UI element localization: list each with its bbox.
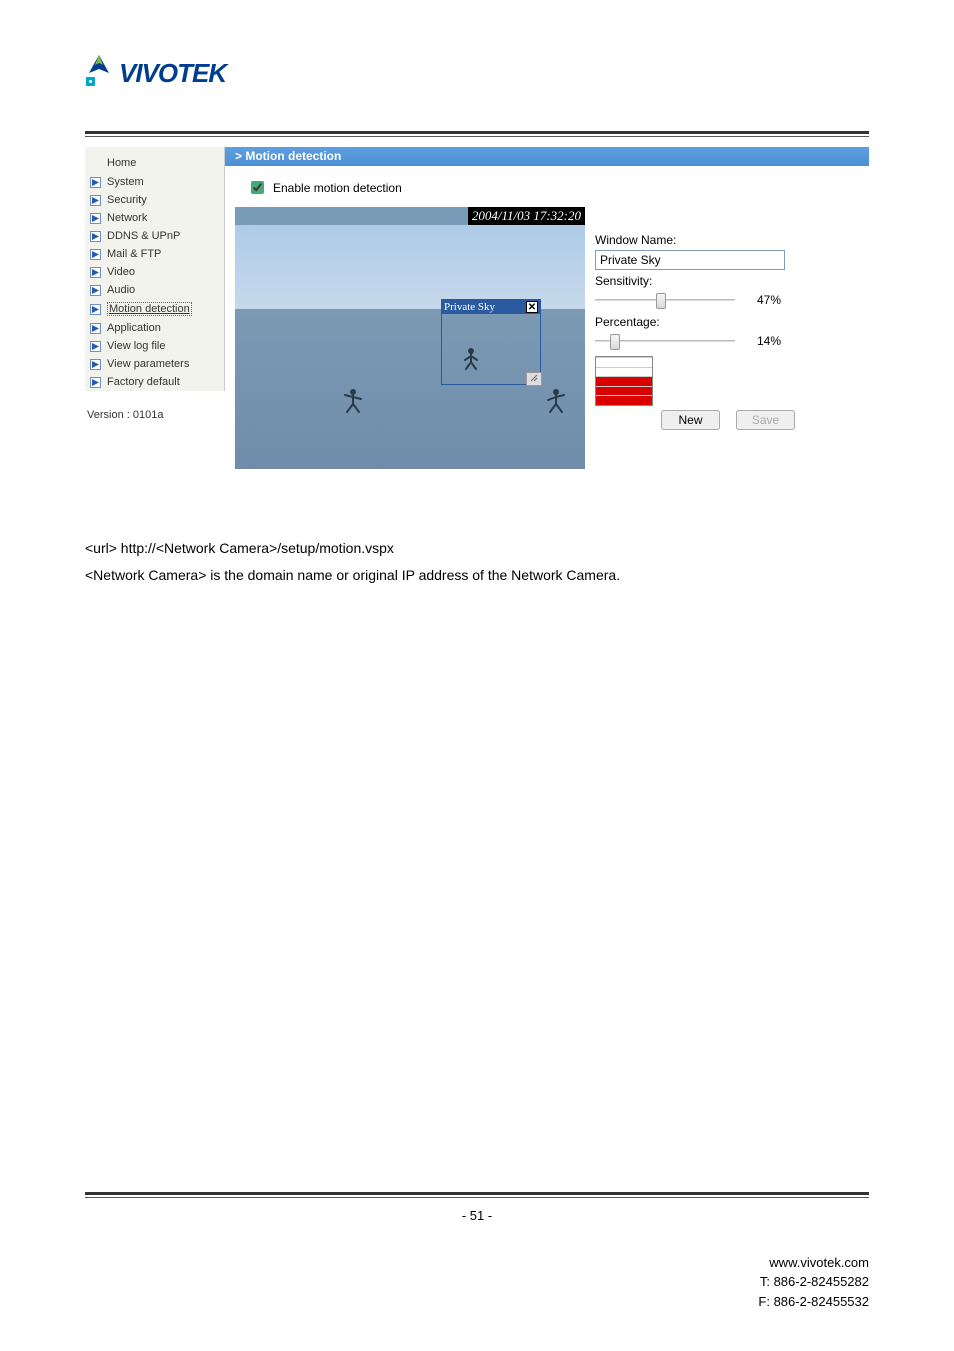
sidebar-item-view-log[interactable]: View log file (85, 337, 224, 355)
sidebar-item-application[interactable]: Application (85, 319, 224, 337)
arrow-right-icon (90, 359, 101, 370)
sidebar-item-system[interactable]: System (85, 173, 224, 191)
logo-mark-icon (85, 55, 113, 91)
region-name: Private Sky (444, 301, 495, 313)
region-titlebar[interactable]: Private Sky ✕ (442, 300, 540, 314)
sensitivity-slider[interactable] (595, 291, 735, 309)
sidebar-item-label: View parameters (107, 358, 189, 370)
percentage-slider[interactable] (595, 332, 735, 350)
arrow-right-icon (90, 195, 101, 206)
arrow-right-icon (90, 177, 101, 188)
contact-block: www.vivotek.com T: 886-2-82455282 F: 886… (85, 1253, 869, 1312)
footer-tel: T: 886-2-82455282 (85, 1272, 869, 1292)
arrow-right-icon (90, 304, 101, 315)
window-name-input[interactable] (595, 250, 785, 270)
sidebar-item-label: System (107, 176, 144, 188)
sidebar-item-label: DDNS & UPnP (107, 230, 180, 242)
logo: VIVOTEK (85, 55, 869, 91)
sidebar-item-label: Audio (107, 284, 135, 296)
slider-thumb-icon[interactable] (656, 293, 666, 309)
timestamp-overlay: 2004/11/03 17:32:20 (468, 207, 585, 225)
sidebar-item-label: Security (107, 194, 147, 206)
window-name-label: Window Name: (595, 233, 795, 247)
divider (85, 1192, 869, 1195)
sidebar-item-motion-detection[interactable]: Motion detection (85, 299, 224, 319)
section-title: > Motion detection (225, 147, 869, 166)
figure-icon (342, 388, 364, 420)
enable-label: Enable motion detection (273, 181, 402, 195)
footer: - 51 - www.vivotek.com T: 886-2-82455282… (85, 1192, 869, 1312)
main-content: > Motion detection Enable motion detecti… (225, 147, 869, 475)
sensitivity-label: Sensitivity: (595, 274, 795, 288)
slider-thumb-icon[interactable] (610, 334, 620, 350)
logo-text: VIVOTEK (119, 58, 226, 89)
sidebar-item-ddns-upnp[interactable]: DDNS & UPnP (85, 227, 224, 245)
arrow-right-icon (90, 213, 101, 224)
sidebar-item-label: View log file (107, 340, 166, 352)
close-icon[interactable]: ✕ (526, 301, 538, 313)
sidebar-item-label: Factory default (107, 376, 180, 388)
divider (85, 1197, 869, 1198)
sidebar-item-network[interactable]: Network (85, 209, 224, 227)
figure-icon (545, 388, 567, 420)
version-text: Version : 0101a (85, 391, 225, 421)
footer-fax: F: 886-2-82455532 (85, 1292, 869, 1312)
title-text: Motion detection (245, 149, 341, 163)
sidebar-item-label: Mail & FTP (107, 248, 161, 260)
arrow-right-icon (90, 377, 101, 388)
arrow-right-icon (90, 341, 101, 352)
sensitivity-value: 47% (745, 293, 781, 307)
body-text: <url> http://<Network Camera>/setup/moti… (85, 535, 869, 588)
resize-handle-icon[interactable] (526, 372, 542, 386)
sidebar-item-label: Motion detection (107, 302, 192, 316)
sidebar-home[interactable]: Home (85, 153, 224, 173)
footer-site: www.vivotek.com (85, 1253, 869, 1273)
motion-region[interactable]: Private Sky ✕ (441, 299, 541, 385)
body-line: <Network Camera> is the domain name or o… (85, 562, 869, 589)
title-prefix: > (225, 149, 245, 163)
figure-icon (462, 347, 480, 377)
body-line: <url> http://<Network Camera>/setup/moti… (85, 535, 869, 562)
new-button[interactable]: New (661, 410, 720, 430)
sidebar-item-audio[interactable]: Audio (85, 281, 224, 299)
controls-panel: Window Name: Sensitivity: 47% Percentage… (595, 207, 795, 469)
sidebar-item-mail-ftp[interactable]: Mail & FTP (85, 245, 224, 263)
sidebar-item-video[interactable]: Video (85, 263, 224, 281)
enable-row: Enable motion detection (225, 166, 869, 207)
arrow-right-icon (90, 231, 101, 242)
enable-checkbox[interactable] (251, 181, 264, 194)
sidebar-item-label: Network (107, 212, 147, 224)
divider (85, 136, 869, 137)
sidebar-item-view-parameters[interactable]: View parameters (85, 355, 224, 373)
screenshot-embed: Home System Security Network DDNS & UPnP (85, 147, 869, 475)
sidebar-item-label: Application (107, 322, 161, 334)
arrow-right-icon (90, 285, 101, 296)
sidebar: Home System Security Network DDNS & UPnP (85, 147, 225, 391)
save-button[interactable]: Save (736, 410, 795, 430)
page-number: - 51 - (85, 1208, 869, 1223)
percentage-label: Percentage: (595, 315, 795, 329)
sidebar-item-security[interactable]: Security (85, 191, 224, 209)
divider (85, 131, 869, 134)
arrow-right-icon (90, 249, 101, 260)
level-meter (595, 356, 653, 406)
arrow-right-icon (90, 267, 101, 278)
sidebar-item-factory-default[interactable]: Factory default (85, 373, 224, 391)
arrow-right-icon (90, 323, 101, 334)
video-preview[interactable]: 2004/11/03 17:32:20 Private Sky ✕ (235, 207, 585, 469)
percentage-value: 14% (745, 334, 781, 348)
sidebar-item-label: Video (107, 266, 135, 278)
